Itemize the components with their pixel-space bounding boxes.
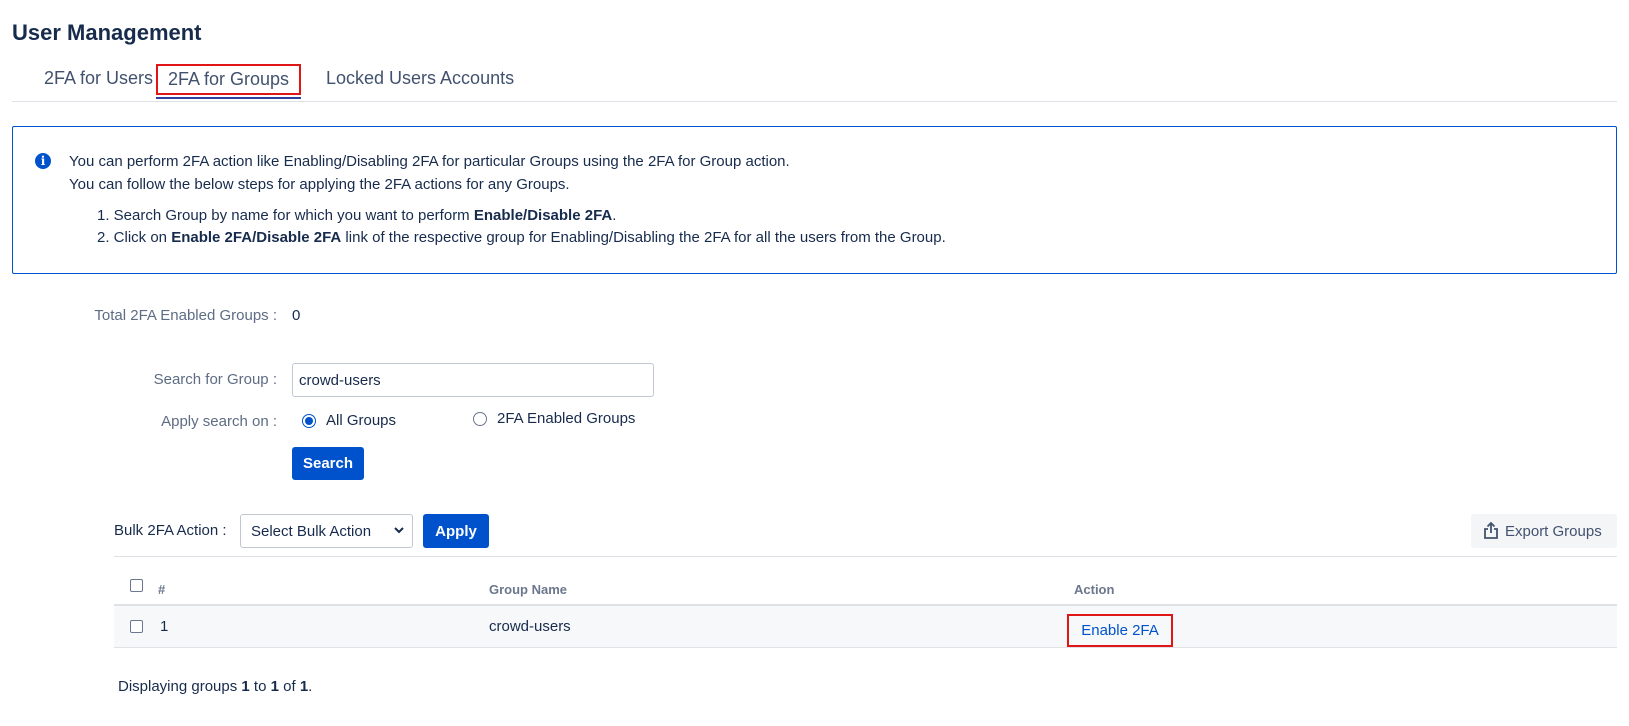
tab-2fa-for-users[interactable]: 2FA for Users — [34, 64, 163, 93]
info-text-line-2: You can follow the below steps for apply… — [69, 176, 570, 193]
radio-all-groups[interactable]: All Groups — [302, 412, 396, 429]
pagination-summary: Displaying groups 1 to 1 of 1. — [118, 678, 313, 695]
column-header-index: # — [158, 582, 166, 597]
bulk-action-select[interactable]: Select Bulk Action — [240, 514, 413, 548]
info-step-1: 1. Search Group by name for which you wa… — [97, 207, 617, 224]
row-index: 1 — [160, 618, 169, 635]
tab-bar: 2FA for Users 2FA for Groups Locked User… — [12, 56, 1617, 102]
apply-search-label: Apply search on : — [161, 413, 277, 430]
page-title: User Management — [12, 20, 202, 45]
search-group-label: Search for Group : — [153, 371, 277, 388]
enable-2fa-link[interactable]: Enable 2FA — [1067, 614, 1173, 647]
export-icon — [1484, 522, 1498, 539]
radio-button-selected[interactable] — [302, 413, 316, 428]
row-checkbox[interactable] — [130, 620, 143, 633]
search-button[interactable]: Search — [292, 447, 364, 480]
tab-locked-users-accounts[interactable]: Locked Users Accounts — [316, 64, 524, 93]
row-group-name: crowd-users — [489, 618, 571, 635]
info-step-2: 2. Click on Enable 2FA/Disable 2FA link … — [97, 229, 946, 246]
info-text-line-1: You can perform 2FA action like Enabling… — [69, 153, 790, 170]
radio-2fa-enabled-groups[interactable]: 2FA Enabled Groups — [473, 410, 635, 427]
chevron-down-icon — [394, 527, 404, 534]
table-header: # Group Name Action — [114, 556, 1617, 606]
tab-2fa-for-groups[interactable]: 2FA for Groups — [156, 64, 302, 99]
search-group-input[interactable] — [292, 363, 654, 397]
radio-button[interactable] — [473, 411, 487, 426]
apply-button[interactable]: Apply — [423, 514, 489, 548]
groups-table: # Group Name Action 1 crowd-users Enable… — [114, 556, 1617, 648]
column-header-action: Action — [1074, 582, 1115, 597]
export-groups-button[interactable]: Export Groups — [1471, 514, 1617, 548]
info-steps: 1. Search Group by name for which you wa… — [97, 207, 946, 251]
total-enabled-groups-value: 0 — [292, 307, 301, 324]
table-row: 1 crowd-users Enable 2FA — [114, 606, 1617, 648]
bulk-action-label: Bulk 2FA Action : — [114, 522, 227, 539]
select-all-checkbox[interactable] — [130, 579, 143, 592]
info-panel: i You can perform 2FA action like Enabli… — [12, 126, 1617, 274]
total-enabled-groups-label: Total 2FA Enabled Groups : — [94, 307, 277, 324]
column-header-group-name: Group Name — [489, 582, 568, 597]
info-icon: i — [35, 153, 51, 169]
